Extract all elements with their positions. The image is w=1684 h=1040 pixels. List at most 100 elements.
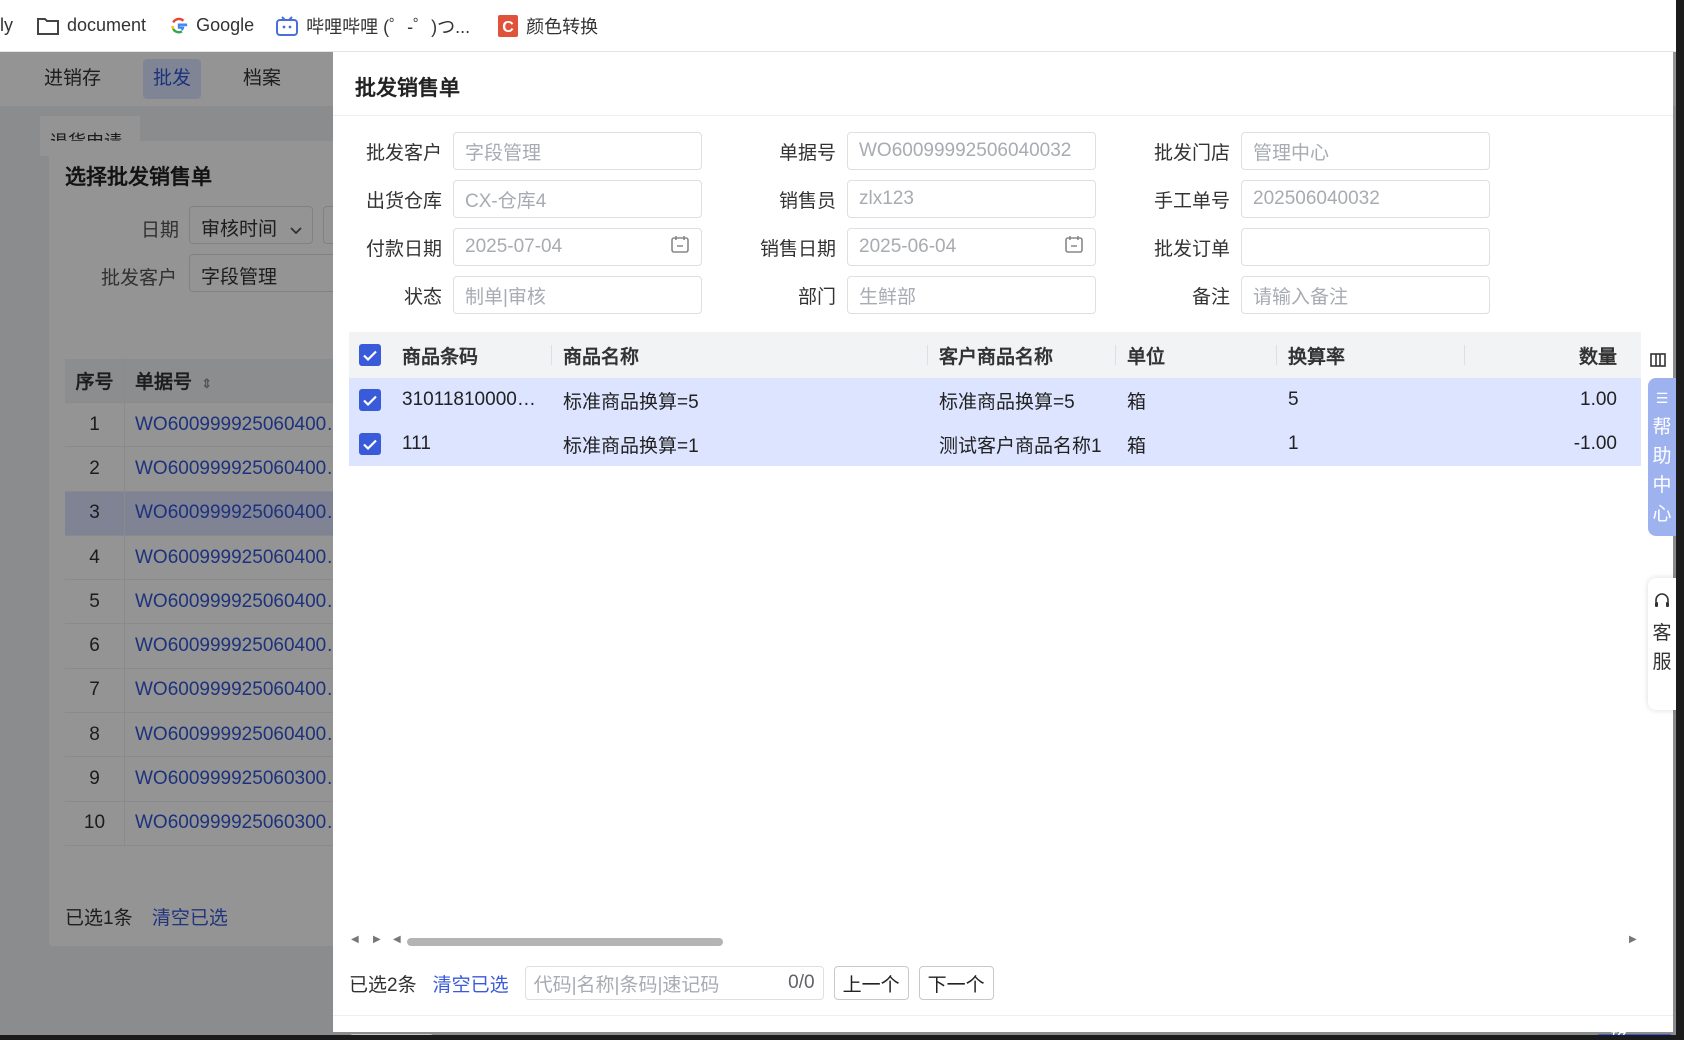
- help-char: 中: [1652, 475, 1672, 496]
- customer-label: 批发客户: [365, 142, 442, 164]
- customer-service-button[interactable]: 客 服: [1648, 578, 1676, 710]
- search-placeholder: 代码|名称|条码|速记码: [533, 974, 720, 996]
- store-field[interactable]: 管理中心: [1241, 132, 1490, 170]
- pay-date-value: 2025-07-04: [465, 236, 563, 257]
- order-field[interactable]: [1241, 228, 1490, 266]
- col-rate: 换算率: [1277, 332, 1465, 378]
- dept-label: 部门: [797, 286, 836, 308]
- col-name: 商品名称: [552, 332, 928, 378]
- cell-customer-name: 标准商品换算=5: [939, 391, 1075, 413]
- help-char: 帮: [1652, 417, 1672, 438]
- bookmark-item[interactable]: ly: [0, 0, 13, 52]
- form-row-pay-date: 付款日期 2025-07-04: [333, 228, 702, 266]
- select-all-checkbox[interactable]: [349, 332, 391, 378]
- doc-no-field[interactable]: WO60099992506040032: [847, 132, 1096, 170]
- remark-label: 备注: [1191, 286, 1230, 308]
- dept-value: 生鲜部: [859, 286, 917, 308]
- scroll-left-icon[interactable]: ◀: [351, 934, 359, 945]
- form-row-status: 状态 制单|审核: [333, 276, 702, 314]
- status-value: 制单|审核: [465, 286, 546, 308]
- cell-code: 111: [402, 433, 431, 454]
- svg-text:C: C: [502, 19, 514, 36]
- scrollbar-thumb[interactable]: [407, 938, 723, 946]
- doc-no-value: WO60099992506040032: [859, 140, 1072, 161]
- cell-qty: -1.00: [1573, 433, 1617, 454]
- status-field[interactable]: 制单|审核: [453, 276, 702, 314]
- order-label: 批发订单: [1153, 238, 1230, 260]
- cell-customer-name: 测试客户商品名称1: [939, 435, 1102, 457]
- dept-field[interactable]: 生鲜部: [847, 276, 1096, 314]
- cell-unit: 箱: [1127, 435, 1147, 457]
- cell-name: 标准商品换算=1: [563, 435, 699, 457]
- prev-button[interactable]: 上一个: [833, 966, 909, 1000]
- warehouse-field[interactable]: CX-仓库4: [453, 180, 702, 218]
- form-row-salesman: 销售员 zlx123: [727, 180, 1096, 218]
- cell-name: 标准商品换算=5: [563, 391, 699, 413]
- sale-date-label: 销售日期: [759, 238, 836, 260]
- row-checkbox[interactable]: [349, 422, 391, 466]
- bookmark-label: document: [67, 15, 147, 35]
- service-char: 客: [1652, 623, 1672, 644]
- pay-date-label: 付款日期: [365, 238, 442, 260]
- next-button[interactable]: 下一个: [918, 966, 994, 1000]
- bookmark-label: Google: [196, 15, 255, 35]
- scroll-left-icon[interactable]: ◀: [393, 934, 401, 945]
- bookmark-bilibili[interactable]: 哔哩哔哩 (゜-゜)つ...: [276, 0, 470, 52]
- col-code: 商品条码: [391, 332, 552, 378]
- manual-no-field[interactable]: 202506040032: [1241, 180, 1490, 218]
- calendar-icon[interactable]: [1064, 234, 1084, 260]
- check-icon: [359, 344, 381, 366]
- form-row-customer: 批发客户 字段管理: [333, 132, 702, 170]
- bookmark-document[interactable]: document: [37, 0, 146, 52]
- form-row-dept: 部门 生鲜部: [727, 276, 1096, 314]
- google-icon: [170, 17, 188, 35]
- status-label: 状态: [403, 286, 442, 308]
- pay-date-field[interactable]: 2025-07-04: [453, 228, 702, 266]
- form-row-manual-no: 手工单号 202506040032: [1121, 180, 1490, 218]
- salesman-field[interactable]: zlx123: [847, 180, 1096, 218]
- store-label: 批发门店: [1153, 142, 1230, 164]
- help-center-button[interactable]: ☰ 帮 助 中 心: [1648, 378, 1676, 536]
- help-icon: ☰: [1655, 390, 1669, 406]
- help-char: 心: [1652, 504, 1672, 525]
- scroll-right-icon[interactable]: ▶: [1629, 934, 1637, 945]
- customer-value: 字段管理: [465, 142, 542, 164]
- cell-qty: 1.00: [1580, 389, 1617, 410]
- bookmark-color-convert[interactable]: C 颜色转换: [498, 0, 598, 52]
- column-settings-icon[interactable]: [1650, 351, 1668, 369]
- window-edge: [1676, 0, 1684, 1040]
- sale-date-value: 2025-06-04: [859, 236, 957, 257]
- clear-selected-link[interactable]: 清空已选: [433, 970, 509, 997]
- cell-rate: 1: [1288, 433, 1299, 454]
- sale-date-field[interactable]: 2025-06-04: [847, 228, 1096, 266]
- cell-unit: 箱: [1127, 391, 1147, 413]
- form-row-warehouse: 出货仓库 CX-仓库4: [333, 180, 702, 218]
- horizontal-scrollbar[interactable]: ◀ ▶ ◀ ▶: [349, 934, 1639, 950]
- goods-table: 商品条码 商品名称 客户商品名称 单位 换算率 数量 31011810000… …: [349, 332, 1641, 902]
- goods-search-input[interactable]: 代码|名称|条码|速记码 0/0: [524, 966, 824, 1000]
- row-checkbox[interactable]: [349, 378, 391, 422]
- remark-input[interactable]: 请输入备注: [1241, 276, 1490, 314]
- salesman-label: 销售员: [778, 190, 836, 212]
- col-unit: 单位: [1116, 332, 1277, 378]
- doc-no-label: 单据号: [778, 142, 836, 164]
- calendar-icon[interactable]: [670, 234, 690, 260]
- cell-rate: 5: [1288, 389, 1299, 410]
- form-row-doc-no: 单据号 WO60099992506040032: [727, 132, 1096, 170]
- customer-field[interactable]: 字段管理: [453, 132, 702, 170]
- cell-code: 31011810000…: [402, 389, 536, 410]
- store-value: 管理中心: [1253, 142, 1330, 164]
- warehouse-value: CX-仓库4: [465, 190, 547, 212]
- help-char: 助: [1652, 446, 1672, 467]
- c-app-icon: C: [498, 14, 519, 37]
- table-row[interactable]: 111 标准商品换算=1 测试客户商品名称1 箱 1 -1.00: [349, 422, 1641, 466]
- warehouse-label: 出货仓库: [365, 190, 442, 212]
- table-row[interactable]: 31011810000… 标准商品换算=5 标准商品换算=5 箱 5 1.00: [349, 378, 1641, 422]
- bookmark-google[interactable]: Google: [170, 0, 254, 52]
- service-char: 服: [1652, 652, 1672, 673]
- scroll-right-icon[interactable]: ▶: [373, 934, 381, 945]
- wholesale-sales-modal: 批发销售单 批发客户 字段管理 单据号 WO60099992506040032 …: [333, 52, 1673, 1040]
- form-row-store: 批发门店 管理中心: [1121, 132, 1490, 170]
- bilibili-icon: [276, 15, 299, 36]
- manual-no-value: 202506040032: [1253, 188, 1380, 209]
